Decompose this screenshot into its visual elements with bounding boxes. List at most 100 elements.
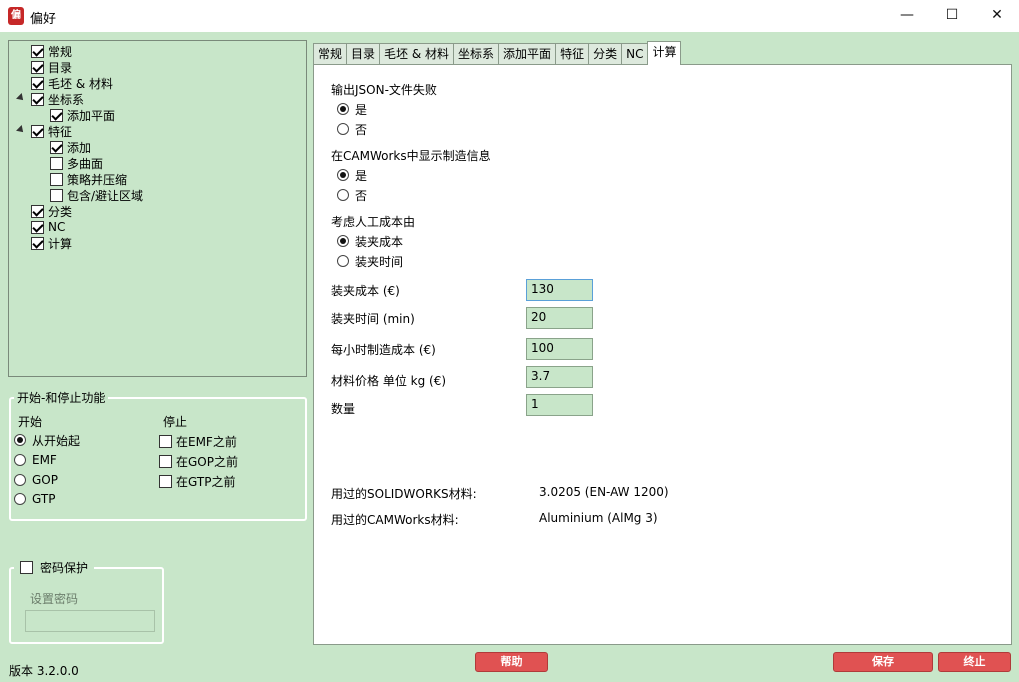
start-label: 开始 bbox=[18, 415, 43, 429]
hourly-cost-input[interactable]: 100 bbox=[526, 338, 593, 360]
checkbox[interactable] bbox=[31, 124, 44, 138]
tree-item-label: 分类 bbox=[48, 204, 73, 219]
option-label: 是 bbox=[355, 168, 368, 183]
quantity-label: 数量 bbox=[331, 402, 356, 416]
tab-add-plane[interactable]: 添加平面 bbox=[498, 43, 557, 65]
checkbox[interactable] bbox=[31, 220, 44, 234]
tree-item[interactable]: 添加 bbox=[50, 139, 91, 155]
tree-item[interactable]: NC bbox=[31, 219, 65, 235]
labor-cost-setup-time[interactable]: 装夹时间 bbox=[337, 253, 403, 269]
tree-item[interactable]: 分类 bbox=[31, 203, 72, 219]
tree-item-label: 添加 bbox=[67, 140, 92, 155]
cw-material-label: 用过的CAMWorks材料: bbox=[331, 513, 459, 527]
setup-time-input[interactable]: 20 bbox=[526, 307, 593, 329]
radio-button[interactable] bbox=[337, 169, 349, 181]
stop-before-gtp[interactable]: 在GTP之前 bbox=[159, 473, 235, 489]
tab-calculation[interactable]: 计算 bbox=[647, 41, 682, 65]
tab-features[interactable]: 特征 bbox=[555, 43, 590, 65]
cw-material-value: Aluminium (AlMg 3) bbox=[539, 511, 658, 525]
checkbox[interactable] bbox=[50, 108, 63, 122]
material-price-label: 材料价格 单位 kg (€) bbox=[331, 374, 447, 388]
tab-nc[interactable]: NC bbox=[621, 43, 649, 65]
start-option-gtp[interactable]: GTP bbox=[14, 491, 55, 507]
radio-button[interactable] bbox=[14, 474, 26, 486]
checkbox[interactable] bbox=[159, 474, 172, 488]
password-protect-checkbox[interactable]: 密码保护 bbox=[14, 559, 95, 575]
start-option-gop[interactable]: GOP bbox=[14, 472, 58, 488]
option-label: 否 bbox=[355, 188, 368, 203]
checkbox[interactable] bbox=[31, 60, 44, 74]
tree-item[interactable]: 包含/避让区域 bbox=[50, 187, 143, 203]
checkbox[interactable] bbox=[159, 454, 172, 468]
option-label: 装夹成本 bbox=[355, 234, 404, 249]
tree-item[interactable]: 常规 bbox=[31, 43, 72, 59]
app-logo-icon: 偏 bbox=[8, 7, 24, 25]
tab-bar: 常规 目录 毛坯 & 材料 坐标系 添加平面 特征 分类 NC 计算 bbox=[313, 41, 682, 65]
expand-arrow-icon[interactable] bbox=[16, 125, 26, 135]
start-option-emf[interactable]: EMF bbox=[14, 452, 57, 468]
option-label: 在EMF之前 bbox=[176, 434, 237, 449]
tree-item-label: 目录 bbox=[48, 60, 73, 75]
json-fail-yes[interactable]: 是 bbox=[337, 101, 367, 117]
window-title: 偏好 bbox=[30, 12, 57, 27]
checkbox[interactable] bbox=[50, 140, 63, 154]
radio-button[interactable] bbox=[337, 103, 349, 115]
tree-item[interactable]: 多曲面 bbox=[50, 155, 103, 171]
checkbox[interactable] bbox=[20, 560, 33, 574]
option-label: 在GTP之前 bbox=[176, 474, 236, 489]
checkbox[interactable] bbox=[50, 156, 63, 170]
radio-button[interactable] bbox=[337, 189, 349, 201]
password-input[interactable] bbox=[25, 610, 155, 632]
checkbox[interactable] bbox=[31, 76, 44, 90]
help-button[interactable]: 帮助 bbox=[475, 652, 548, 672]
tree-item[interactable]: 目录 bbox=[31, 59, 72, 75]
stop-before-gop[interactable]: 在GOP之前 bbox=[159, 453, 238, 469]
material-price-input[interactable]: 3.7 bbox=[526, 366, 593, 388]
preferences-tree: 常规 目录 毛坯 & 材料 坐标系 添加平面 特征 添加 多曲面 策略并压缩 包… bbox=[8, 40, 307, 377]
tree-item[interactable]: 策略并压缩 bbox=[50, 171, 127, 187]
radio-button[interactable] bbox=[14, 493, 26, 505]
tab-general[interactable]: 常规 bbox=[313, 43, 348, 65]
minimize-icon[interactable]: — bbox=[884, 0, 930, 30]
radio-button[interactable] bbox=[337, 123, 349, 135]
checkbox[interactable] bbox=[31, 204, 44, 218]
radio-button[interactable] bbox=[337, 235, 349, 247]
labor-cost-setup-cost[interactable]: 装夹成本 bbox=[337, 233, 403, 249]
radio-button[interactable] bbox=[337, 255, 349, 267]
checkbox[interactable] bbox=[50, 188, 63, 202]
quantity-input[interactable]: 1 bbox=[526, 394, 593, 416]
save-button[interactable]: 保存 bbox=[833, 652, 933, 672]
tab-coordinate-system[interactable]: 坐标系 bbox=[453, 43, 500, 65]
camworks-info-no[interactable]: 否 bbox=[337, 187, 367, 203]
radio-button[interactable] bbox=[14, 434, 26, 446]
option-label: 装夹时间 bbox=[355, 254, 404, 269]
cancel-button[interactable]: 终止 bbox=[938, 652, 1011, 672]
tree-item[interactable]: 坐标系 bbox=[31, 91, 84, 107]
setup-cost-input[interactable]: 130 bbox=[526, 279, 593, 301]
checkbox[interactable] bbox=[31, 236, 44, 250]
stop-before-emf[interactable]: 在EMF之前 bbox=[159, 433, 237, 449]
json-fail-no[interactable]: 否 bbox=[337, 121, 367, 137]
radio-button[interactable] bbox=[14, 454, 26, 466]
tree-item[interactable]: 毛坯 & 材料 bbox=[31, 75, 113, 91]
title-bar: 偏 偏好 — ☐ ✕ bbox=[0, 0, 1019, 32]
checkbox[interactable] bbox=[31, 92, 44, 106]
tab-catalog[interactable]: 目录 bbox=[346, 43, 381, 65]
tree-item[interactable]: 添加平面 bbox=[50, 107, 115, 123]
version-label: 版本 3.2.0.0 bbox=[9, 664, 79, 678]
checkbox[interactable] bbox=[159, 434, 172, 448]
close-icon[interactable]: ✕ bbox=[974, 0, 1019, 30]
camworks-info-yes[interactable]: 是 bbox=[337, 167, 367, 183]
option-label: 密码保护 bbox=[40, 560, 89, 575]
expand-arrow-icon[interactable] bbox=[16, 93, 26, 103]
tab-classification[interactable]: 分类 bbox=[588, 43, 623, 65]
tree-item[interactable]: 计算 bbox=[31, 235, 72, 251]
tab-stock-material[interactable]: 毛坯 & 材料 bbox=[379, 43, 455, 65]
start-option-beginning[interactable]: 从开始起 bbox=[14, 432, 80, 448]
checkbox[interactable] bbox=[31, 44, 44, 58]
maximize-icon[interactable]: ☐ bbox=[929, 0, 975, 30]
checkbox[interactable] bbox=[50, 172, 63, 186]
tree-item-label: 包含/避让区域 bbox=[67, 188, 144, 203]
tree-item[interactable]: 特征 bbox=[31, 123, 72, 139]
option-label: 在GOP之前 bbox=[176, 454, 238, 469]
